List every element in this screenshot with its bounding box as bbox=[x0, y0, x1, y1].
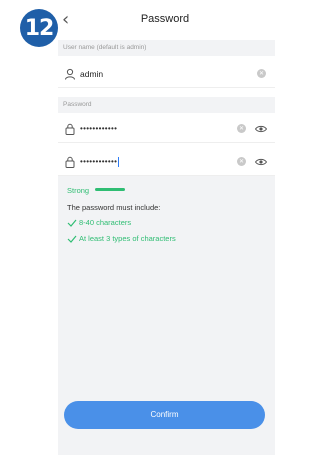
clear-icon[interactable]: ✕ bbox=[257, 69, 266, 78]
user-icon bbox=[65, 68, 75, 80]
requirement-text: At least 3 types of characters bbox=[79, 234, 176, 243]
confirm-password-field[interactable]: •••••••••••• ✕ bbox=[58, 148, 275, 176]
clear-icon[interactable]: ✕ bbox=[237, 157, 246, 166]
check-icon bbox=[67, 219, 77, 227]
eye-icon[interactable] bbox=[255, 125, 267, 133]
requirement-item: 8-40 characters bbox=[67, 218, 131, 227]
password-value[interactable]: •••••••••••• bbox=[80, 124, 117, 133]
username-field[interactable]: admin ✕ bbox=[58, 60, 275, 88]
lock-icon bbox=[65, 156, 75, 168]
requirement-item: At least 3 types of characters bbox=[67, 234, 176, 243]
check-icon bbox=[67, 235, 77, 243]
password-strength-bar bbox=[95, 188, 125, 191]
password-section-label: Password bbox=[58, 97, 275, 113]
eye-icon[interactable] bbox=[255, 158, 267, 166]
password-field[interactable]: •••••••••••• ✕ bbox=[58, 115, 275, 143]
requirements-title: The password must include: bbox=[67, 203, 161, 212]
clear-icon[interactable]: ✕ bbox=[237, 124, 246, 133]
step-number-badge: 12 bbox=[20, 9, 58, 47]
confirm-button[interactable]: Confirm bbox=[64, 401, 265, 429]
password-strength-label: Strong bbox=[67, 186, 90, 195]
username-value[interactable]: admin bbox=[80, 69, 103, 79]
requirement-text: 8-40 characters bbox=[79, 218, 132, 227]
confirm-password-value[interactable]: •••••••••••• bbox=[80, 156, 120, 167]
lock-icon bbox=[65, 123, 75, 135]
text-cursor bbox=[118, 156, 120, 167]
username-section-label: User name (default is admin) bbox=[58, 40, 275, 56]
